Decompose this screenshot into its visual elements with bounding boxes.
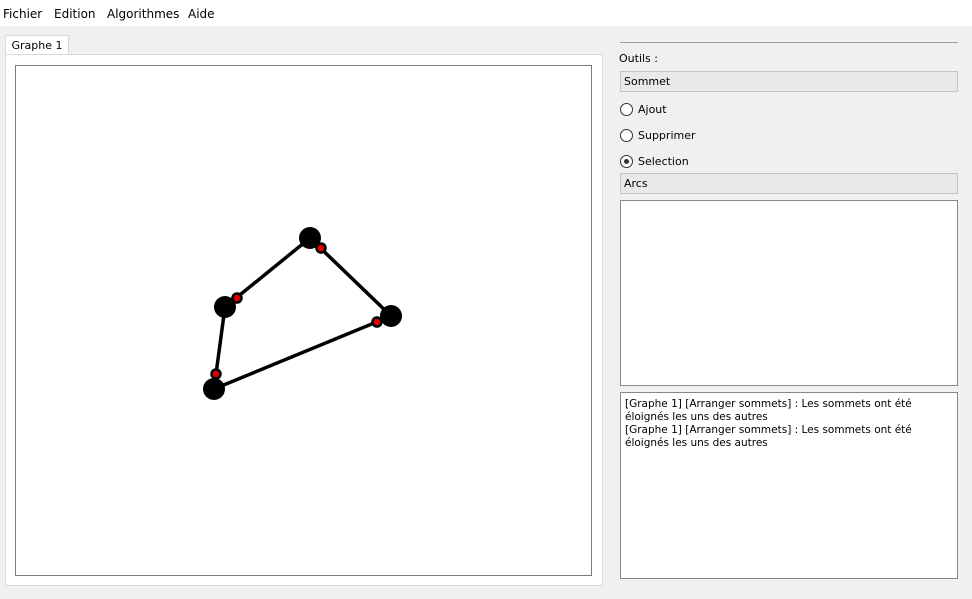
tools-title: Outils : — [619, 52, 658, 65]
mode-ajout-label: Ajout — [638, 103, 667, 116]
graph-vertex[interactable] — [380, 305, 402, 327]
menu-edition[interactable]: Edition — [54, 7, 96, 21]
radio-button-icon[interactable] — [620, 129, 633, 142]
radio-dot-icon — [624, 159, 629, 164]
menu-aide[interactable]: Aide — [188, 7, 215, 21]
edge-handle[interactable] — [231, 292, 243, 304]
mode-selection-label: Selection — [638, 155, 689, 168]
radio-button-icon[interactable] — [620, 103, 633, 116]
graph-edge[interactable] — [213, 314, 392, 391]
graph-canvas[interactable] — [15, 65, 592, 576]
tab-graphe-1[interactable]: Graphe 1 — [5, 35, 69, 55]
edge-handle[interactable] — [210, 368, 222, 380]
log-line: [Graphe 1] [Arranger sommets] : Les somm… — [625, 398, 912, 423]
log-line: [Graphe 1] [Arranger sommets] : Les somm… — [625, 424, 912, 449]
graph-vertex[interactable] — [203, 378, 225, 400]
vertex-section-header: Sommet — [620, 71, 958, 92]
arcs-section-header: Arcs — [620, 173, 958, 194]
menu-fichier[interactable]: Fichier — [3, 7, 42, 21]
edge-handle[interactable] — [371, 316, 383, 328]
graph-vertices — [203, 227, 402, 400]
graph-edge-handles — [210, 242, 383, 380]
radio-button-selected-icon[interactable] — [620, 155, 633, 168]
graph-drawing — [203, 227, 402, 400]
graph-edges — [212, 236, 393, 391]
edge-handle[interactable] — [315, 242, 327, 254]
arcs-list[interactable] — [620, 200, 958, 386]
menu-algorithmes[interactable]: Algorithmes — [107, 7, 179, 21]
menu-bar: Fichier Edition Algorithmes Aide — [0, 0, 972, 26]
mode-supprimer-label: Supprimer — [638, 129, 696, 142]
log-output[interactable]: [Graphe 1] [Arranger sommets] : Les somm… — [620, 392, 958, 579]
tools-separator — [620, 42, 958, 43]
